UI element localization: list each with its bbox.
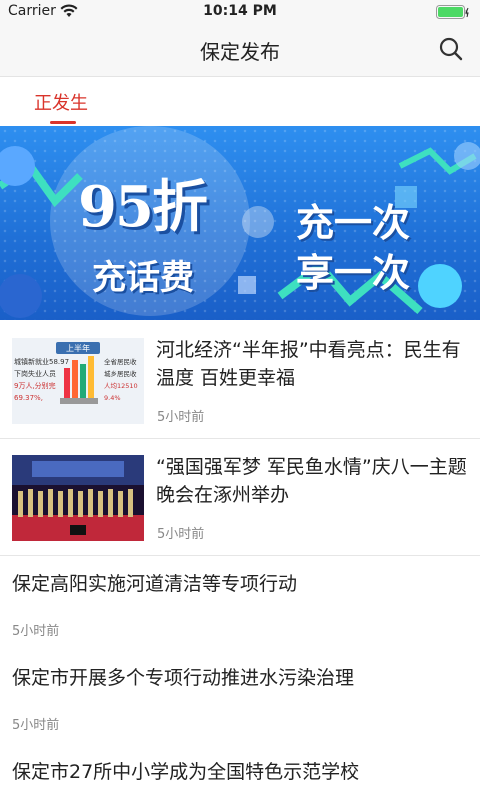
news-list-item[interactable]: 上半年 城镇新就业58.97 下岗失业人员 9万人,分别完 69.37%, 全省… xyxy=(0,322,480,439)
battery-icon xyxy=(436,5,470,19)
search-icon[interactable] xyxy=(438,36,464,62)
news-timestamp: 5小时前 xyxy=(157,410,205,425)
news-headline: 保定高阳实施河道清洁等专项行动 xyxy=(12,573,298,595)
thumb-text-5: 全省居民收 xyxy=(104,357,137,366)
news-list-item[interactable]: 保定市开展多个专项行动推进水污染治理 5小时前 xyxy=(0,650,480,745)
thumb-text-4: 69.37%, xyxy=(14,394,43,402)
tab-happening-now[interactable]: 正发生 xyxy=(34,89,88,115)
thumb-text-1: 城镇新就业58.97 xyxy=(14,357,69,366)
status-bar: Carrier 10:14 PM xyxy=(0,0,480,24)
news-headline: 保定市开展多个专项行动推进水污染治理 xyxy=(12,667,355,689)
news-timestamp: 5小时前 xyxy=(157,527,205,542)
news-headline: “强国强军梦 军民鱼水情”庆八一主题晚会在涿州举办 xyxy=(156,456,467,506)
tab-active-indicator xyxy=(50,121,76,124)
news-thumbnail xyxy=(12,455,144,541)
news-list-item[interactable]: 保定市27所中小学成为全国特色示范学校 xyxy=(0,744,480,800)
news-timestamp: 5小时前 xyxy=(12,718,60,733)
news-headline: 保定市27所中小学成为全国特色示范学校 xyxy=(12,761,360,783)
banner-slogan-line2: 享一次 xyxy=(296,251,411,295)
banner-subtitle: 充话费 xyxy=(92,258,194,298)
nav-bar: 保定发布 xyxy=(0,24,480,77)
news-thumbnail: 上半年 城镇新就业58.97 下岗失业人员 9万人,分别完 69.37%, 全省… xyxy=(12,338,144,424)
thumb-text-3: 9万人,分别完 xyxy=(14,381,56,390)
thumb-text-7: 人均12510 xyxy=(104,381,138,390)
page-title: 保定发布 xyxy=(200,40,280,64)
thumb-text-0: 上半年 xyxy=(66,343,90,353)
thumb-text-2: 下岗失业人员 xyxy=(14,369,56,378)
news-headline: 河北经济“半年报”中看亮点：民生有温度 百姓更幸福 xyxy=(156,339,461,389)
news-list-item[interactable]: 保定高阳实施河道清洁等专项行动 5小时前 xyxy=(0,556,480,651)
news-list-item[interactable]: “强国强军梦 军民鱼水情”庆八一主题晚会在涿州举办 5小时前 xyxy=(0,439,480,556)
thumb-text-6: 城乡居民收 xyxy=(104,369,137,378)
status-time: 10:14 PM xyxy=(203,3,277,19)
banner-discount-text: 95折 xyxy=(78,174,208,240)
news-timestamp: 5小时前 xyxy=(12,624,60,639)
tab-bar: 正发生 xyxy=(0,77,480,126)
banner-slogan-line1: 充一次 xyxy=(296,201,411,245)
thumb-text-8: 9.4% xyxy=(104,394,121,402)
promo-banner[interactable]: 95折 充话费 充一次 享一次 xyxy=(0,126,480,320)
